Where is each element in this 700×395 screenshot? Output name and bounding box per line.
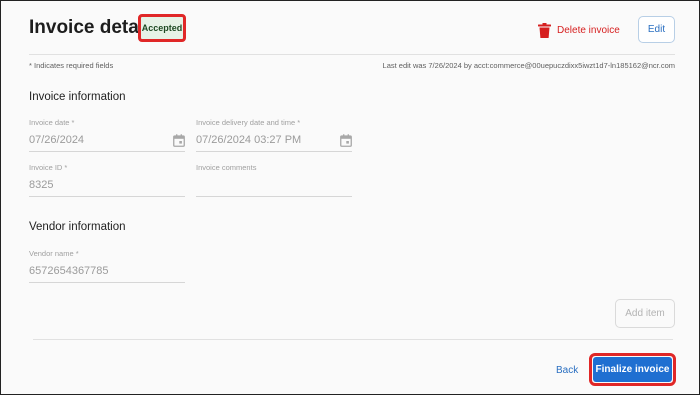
footer-divider <box>33 339 673 340</box>
vendor-name-label: Vendor name * <box>29 249 79 258</box>
delivery-datetime-field[interactable]: Invoice delivery date and time * 07/26/2… <box>196 118 352 152</box>
delivery-datetime-input[interactable]: 07/26/2024 03:27 PM <box>196 132 352 152</box>
delivery-datetime-label: Invoice delivery date and time * <box>196 118 301 127</box>
last-edit-info: Last edit was 7/26/2024 by acct:commerce… <box>382 61 675 70</box>
vendor-info-heading: Vendor information <box>29 221 126 233</box>
required-fields-note: * Indicates required fields <box>29 61 114 70</box>
vendor-name-value: 6572654367785 <box>29 265 109 277</box>
vendor-name-field[interactable]: Vendor name * 6572654367785 <box>29 249 185 283</box>
invoice-info-heading: Invoice information <box>29 91 126 103</box>
invoice-date-value: 07/26/2024 <box>29 134 85 146</box>
vendor-name-input[interactable]: 6572654367785 <box>29 263 185 283</box>
delete-invoice-label: Delete invoice <box>557 24 620 36</box>
invoice-comments-label: Invoice comments <box>196 163 257 172</box>
delivery-datetime-value: 07/26/2024 03:27 PM <box>196 134 302 146</box>
invoice-date-input[interactable]: 07/26/2024 <box>29 132 185 152</box>
invoice-date-field[interactable]: Invoice date * 07/26/2024 <box>29 118 185 152</box>
finalize-invoice-button[interactable]: Finalize invoice <box>593 357 672 382</box>
add-item-button[interactable]: Add item <box>615 299 675 328</box>
invoice-comments-input[interactable] <box>196 177 352 197</box>
status-badge: Accepted <box>138 14 186 42</box>
back-button[interactable]: Back <box>556 365 578 376</box>
invoice-id-input[interactable]: 8325 <box>29 177 185 197</box>
edit-button[interactable]: Edit <box>638 16 675 43</box>
invoice-id-field[interactable]: Invoice ID * 8325 <box>29 163 185 197</box>
invoice-id-value: 8325 <box>29 179 54 191</box>
finalize-highlight: Finalize invoice <box>589 353 676 386</box>
header-divider <box>29 54 675 55</box>
invoice-id-label: Invoice ID * <box>29 163 68 172</box>
invoice-date-label: Invoice date * <box>29 118 75 127</box>
calendar-icon[interactable] <box>340 134 352 147</box>
invoice-details-panel: Invoice details Accepted Delete invoice … <box>3 3 699 394</box>
calendar-icon[interactable] <box>173 134 185 147</box>
window-frame: Invoice details Accepted Delete invoice … <box>0 0 700 395</box>
trash-icon <box>538 22 551 38</box>
delete-invoice-button[interactable]: Delete invoice <box>538 20 620 40</box>
invoice-comments-field[interactable]: Invoice comments <box>196 163 352 197</box>
